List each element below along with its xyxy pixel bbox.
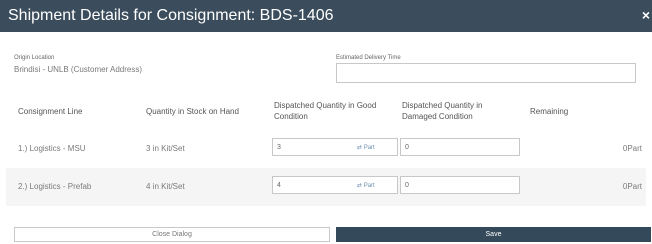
header-stock-on-hand: Quantity in Stock on Hand [146,107,239,116]
origin-label: Origin Location [14,55,55,61]
header-remaining: Remaining [530,107,569,116]
delivery-time-input[interactable] [336,63,636,83]
row-consignment-line: 1.) Logistics - MSU [18,144,86,153]
unit-toggle[interactable]: ⇄ Part [357,144,375,151]
row-remaining: 0Part [622,182,642,191]
close-dialog-button[interactable]: Close Dialog [14,227,330,242]
dialog-title: Shipment Details for Consignment: BDS-14… [8,7,334,24]
table-row: 2.) Logistics - Prefab 4 in Kit/Set ⇄ Pa… [6,168,646,206]
header-consignment-line: Consignment Line [18,107,83,116]
delivery-time-label: Estimated Delivery Time [336,55,401,61]
table-row: 1.) Logistics - MSU 3 in Kit/Set ⇄ Part … [6,130,646,168]
unit-toggle[interactable]: ⇄ Part [357,182,375,189]
row-consignment-line: 2.) Logistics - Prefab [18,182,92,191]
row-stock: 4 in Kit/Set [146,182,185,191]
row-remaining: 0Part [622,144,642,153]
close-icon[interactable]: × [642,8,650,22]
good-quantity-input[interactable] [272,138,398,156]
origin-value: Brindisi - UNLB (Customer Address) [14,65,143,74]
damaged-quantity-input[interactable] [400,138,520,156]
header-damaged-condition: Dispatched Quantity in Damaged Condition [402,101,483,121]
damaged-quantity-input[interactable] [400,176,520,194]
save-button[interactable]: Save [336,227,651,242]
good-quantity-input[interactable] [272,176,398,194]
dialog-header: Shipment Details for Consignment: BDS-14… [0,0,652,32]
header-good-condition: Dispatched Quantity in Good Condition [274,101,377,121]
row-stock: 3 in Kit/Set [146,144,185,153]
